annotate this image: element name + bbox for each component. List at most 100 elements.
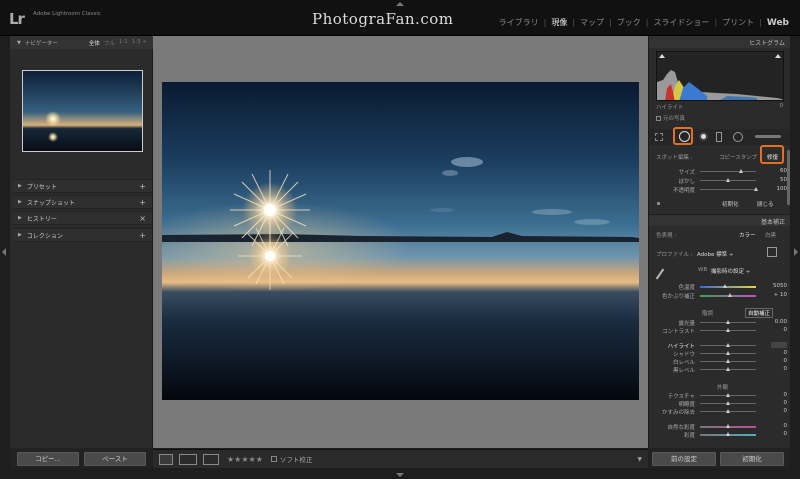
slider-knob[interactable] (728, 293, 732, 297)
auto-tone-button[interactable]: 自動補正 (745, 308, 774, 318)
slider-knob[interactable] (726, 178, 730, 182)
treatment-color[interactable]: カラー (739, 231, 756, 239)
module-slideshow[interactable]: スライドショー (648, 17, 714, 28)
tint-slider[interactable]: 色かぶり補正 + 10 (657, 292, 787, 300)
snapshots-panel[interactable]: ▶ スナップショット + (13, 195, 152, 209)
spot-feather-slider[interactable]: ぼかし 50 (657, 177, 787, 185)
disclosure-triangle-icon: ▶ (18, 215, 22, 221)
add-snapshot-icon[interactable]: + (139, 198, 146, 207)
collapse-top-arrow-icon[interactable] (396, 2, 404, 6)
module-library[interactable]: ライブラリ (494, 17, 544, 28)
wb-dropdown[interactable]: 撮影時の設定 ÷ (711, 267, 750, 275)
module-develop[interactable]: 現像 (546, 17, 572, 28)
spot-reset-button[interactable]: 初期化 (722, 200, 739, 208)
right-panel-scrollbar[interactable] (787, 150, 790, 205)
radial-filter-icon[interactable] (733, 132, 743, 142)
crop-tool-icon[interactable] (655, 133, 663, 141)
blacks-slider[interactable]: 黒レベル 0 (657, 366, 787, 374)
module-map[interactable]: マップ (575, 17, 609, 28)
slider-knob[interactable] (726, 328, 730, 332)
slider-knob[interactable] (726, 320, 730, 324)
spot-close-button[interactable]: 閉じる (757, 200, 774, 208)
clarity-slider[interactable]: 明瞭度 0 (657, 400, 787, 408)
histogram-header[interactable]: ヒストグラム (649, 36, 790, 48)
history-panel[interactable]: ▶ ヒストリー × (13, 211, 152, 225)
highlight-clipping-icon[interactable] (775, 54, 781, 58)
spot-size-slider[interactable]: サイズ 60 (657, 168, 787, 176)
slider-knob[interactable] (754, 187, 758, 191)
paste-button[interactable]: ペースト (84, 452, 146, 466)
highlights-slider[interactable]: ハイライト (657, 342, 787, 350)
temperature-slider[interactable]: 色温度 5050 (657, 283, 787, 291)
slider-knob[interactable] (726, 343, 730, 347)
add-preset-icon[interactable]: + (139, 182, 146, 191)
navigator-preview[interactable] (22, 70, 143, 152)
copy-button[interactable]: コピー... (17, 452, 79, 466)
shadows-slider[interactable]: シャドウ 0 (657, 350, 787, 358)
star-rating[interactable]: ★★★★★ (227, 455, 263, 464)
reset-button[interactable]: 初期化 (720, 452, 784, 466)
module-web[interactable]: Web (762, 18, 794, 28)
slider-knob[interactable] (739, 169, 743, 173)
slider-knob[interactable] (726, 424, 730, 428)
module-book[interactable]: ブック (612, 17, 646, 28)
navigator-header[interactable]: ▼ ナビゲーター 全体 フル 1:1 1:3 ÷ (10, 36, 153, 49)
spot-opacity-slider[interactable]: 不透明度 100 (657, 186, 787, 194)
slider-knob[interactable] (726, 359, 730, 363)
adjustment-brush-icon[interactable] (755, 135, 781, 138)
slider-knob[interactable] (726, 432, 730, 436)
graduated-filter-icon[interactable] (716, 132, 722, 142)
original-photo-checkbox[interactable] (656, 115, 661, 121)
swap-before-after-icon[interactable] (203, 453, 219, 465)
loupe-view-icon[interactable] (159, 453, 173, 465)
module-print[interactable]: プリント (717, 17, 759, 28)
shadow-clipping-icon[interactable] (659, 54, 665, 58)
highlights-value-field[interactable] (771, 342, 787, 348)
collapse-left-arrow-icon[interactable] (2, 248, 6, 256)
photo-preview[interactable] (162, 82, 639, 400)
slider-knob[interactable] (723, 284, 727, 288)
tool-overlay-icon[interactable] (657, 202, 660, 205)
presets-panel[interactable]: ▶ プリセット + (13, 179, 152, 193)
white-balance-eyedropper-icon[interactable] (655, 268, 665, 280)
vibrance-slider[interactable]: 自然な彩度 0 (657, 423, 787, 431)
spot-edit-label: スポット編集 : (656, 155, 693, 161)
slider-knob[interactable] (726, 401, 730, 405)
basic-panel-header[interactable]: 基本補正 (649, 214, 790, 226)
histogram[interactable] (656, 51, 784, 101)
collapse-right-arrow-icon[interactable] (794, 248, 798, 256)
zoom-1-3[interactable]: 1:3 ÷ (132, 39, 147, 47)
slider-knob[interactable] (726, 393, 730, 397)
before-after-view-icon[interactable] (179, 453, 197, 465)
soft-proof-toggle[interactable]: ソフト校正 (270, 454, 313, 464)
saturation-slider[interactable]: 彩度 0 (657, 431, 787, 439)
soft-proof-checkbox[interactable] (270, 456, 277, 462)
dehaze-slider[interactable]: かすみの除去 0 (657, 408, 787, 416)
profile-browser-icon[interactable] (767, 247, 777, 257)
exposure-slider[interactable]: 露光量 0.00 (657, 319, 787, 327)
soft-proof-label: ソフト校正 (279, 456, 313, 464)
zoom-1-1[interactable]: 1:1 (119, 39, 128, 47)
red-eye-tool-icon[interactable] (699, 132, 708, 141)
texture-slider[interactable]: テクスチャ 0 (657, 392, 787, 400)
clone-mode[interactable]: コピースタンプ (719, 153, 757, 161)
zoom-fit[interactable]: 全体 (89, 39, 100, 47)
lightroom-logo: Lr (9, 10, 25, 28)
clear-history-icon[interactable]: × (139, 214, 146, 223)
previous-settings-button[interactable]: 前の設定 (652, 452, 716, 466)
image-canvas[interactable] (153, 36, 648, 448)
original-photo-toggle[interactable]: 元の写真 (656, 114, 685, 122)
add-collection-icon[interactable]: + (139, 231, 146, 240)
collapse-bottom-arrow-icon[interactable] (396, 473, 404, 477)
slider-knob[interactable] (726, 351, 730, 355)
contrast-slider[interactable]: コントラスト 0 (657, 327, 787, 335)
toolbar-menu-arrow-icon[interactable]: ▼ (637, 456, 642, 463)
collections-panel[interactable]: ▶ コレクション + (13, 228, 152, 242)
histogram-graph (657, 70, 783, 100)
slider-knob[interactable] (726, 367, 730, 371)
slider-knob[interactable] (726, 409, 730, 413)
whites-slider[interactable]: 白レベル 0 (657, 358, 787, 366)
treatment-bw[interactable]: 白黒 (765, 231, 776, 239)
zoom-fill[interactable]: フル (104, 39, 115, 47)
profile-dropdown[interactable]: Adobe 標準 ÷ (697, 250, 734, 258)
